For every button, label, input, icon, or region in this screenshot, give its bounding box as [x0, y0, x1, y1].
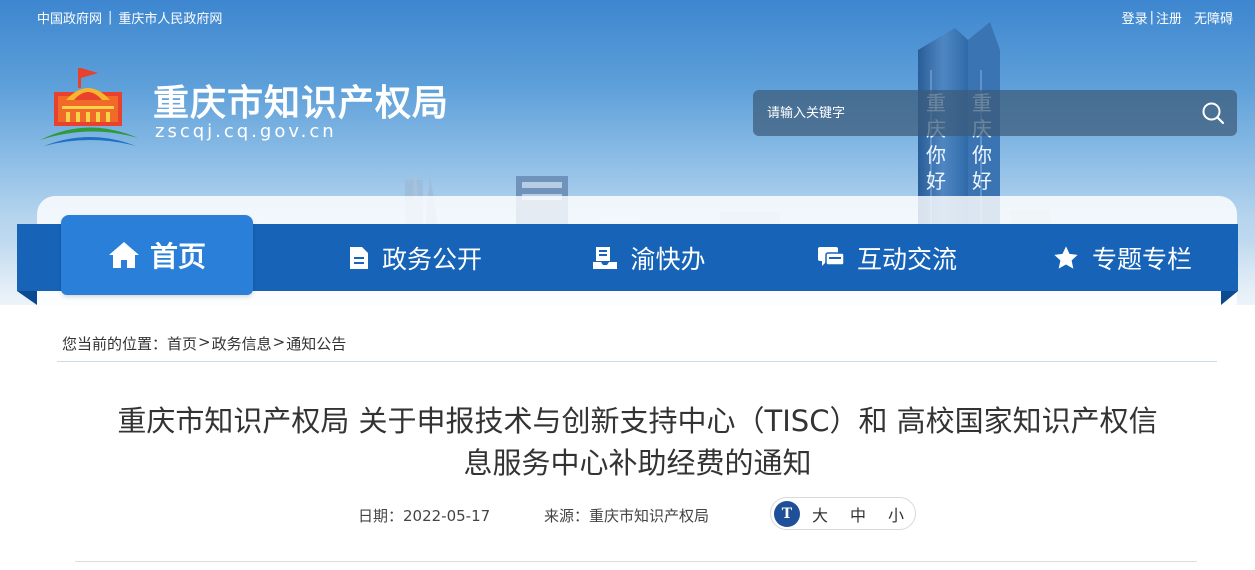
- breadcrumb-gov-info[interactable]: 政务信息: [212, 333, 272, 354]
- nav-label: 专题专栏: [1091, 244, 1192, 274]
- accessibility-link[interactable]: 无障碍: [1194, 8, 1233, 27]
- site-domain: zscqj.cq.gov.cn: [155, 121, 337, 142]
- separator: |: [108, 10, 113, 25]
- article-title-line: 重庆市知识产权局 关于申报技术与创新支持中心（TISC）和 高校国家知识产权信: [117, 404, 1158, 438]
- svg-text:你: 你: [926, 143, 946, 167]
- home-icon: [108, 240, 140, 270]
- publish-date: 日期：2022-05-17: [358, 507, 491, 525]
- nav-item-yukuaiban[interactable]: 渝快办: [579, 224, 719, 291]
- star-icon: [1052, 244, 1080, 272]
- register-link[interactable]: 注册: [1156, 8, 1182, 27]
- search-box: [753, 90, 1237, 136]
- font-size-icon: T: [774, 500, 800, 527]
- login-link[interactable]: 登录: [1122, 8, 1148, 27]
- breadcrumb-arrow: >: [198, 333, 211, 351]
- nav-item-interaction[interactable]: 互动交流: [807, 224, 967, 291]
- breadcrumb-prefix: 您当前的位置：: [62, 335, 168, 353]
- nav-item-special-topics[interactable]: 专题专栏: [1047, 224, 1197, 291]
- svg-text:好: 好: [972, 169, 992, 193]
- breadcrumb-notices[interactable]: 通知公告: [286, 333, 346, 354]
- search-input[interactable]: [753, 105, 1189, 121]
- nav-item-home[interactable]: 首页: [61, 215, 253, 295]
- site-title: 重庆市知识产权局: [153, 83, 450, 124]
- divider: [75, 561, 1197, 562]
- article-title-line: 息服务中心补助经费的通知: [463, 446, 812, 480]
- nav-label: 互动交流: [856, 244, 957, 274]
- nav-item-gov-affairs[interactable]: 政务公开: [330, 224, 500, 291]
- font-size-medium[interactable]: 中: [850, 502, 866, 526]
- breadcrumb-arrow: >: [272, 333, 286, 351]
- nav-home-label: 首页: [149, 240, 206, 273]
- breadcrumb: 您当前的位置： 首页 > 政务信息 > 通知公告: [62, 333, 346, 354]
- breadcrumb-home[interactable]: 首页: [167, 333, 197, 354]
- top-links: 中国政府网 | 重庆市人民政府网: [37, 8, 222, 27]
- svg-text:好: 好: [926, 169, 946, 193]
- separator: |: [1149, 10, 1154, 25]
- divider: [57, 361, 1217, 362]
- search-button[interactable]: [1189, 90, 1237, 136]
- link-china-gov[interactable]: 中国政府网: [37, 8, 102, 27]
- site-logo[interactable]: [38, 66, 140, 148]
- user-links: 登录 | 注册 无障碍: [1122, 8, 1233, 27]
- service-desk-icon: [592, 245, 618, 271]
- font-size-switcher: T 大 中 小: [770, 497, 916, 530]
- article-source: 来源：重庆市知识产权局: [544, 507, 710, 525]
- font-size-small[interactable]: 小: [888, 502, 904, 526]
- search-icon: [1202, 102, 1225, 125]
- nav-label: 政务公开: [381, 244, 482, 274]
- chat-icon: [817, 245, 845, 271]
- nav-label: 渝快办: [630, 244, 706, 274]
- document-icon: [348, 245, 370, 271]
- link-chongqing-gov[interactable]: 重庆市人民政府网: [118, 8, 222, 27]
- svg-text:你: 你: [972, 143, 992, 167]
- font-size-large[interactable]: 大: [812, 502, 828, 526]
- article-title: 重庆市知识产权局 关于申报技术与创新支持中心（TISC）和 高校国家知识产权信 …: [60, 400, 1215, 484]
